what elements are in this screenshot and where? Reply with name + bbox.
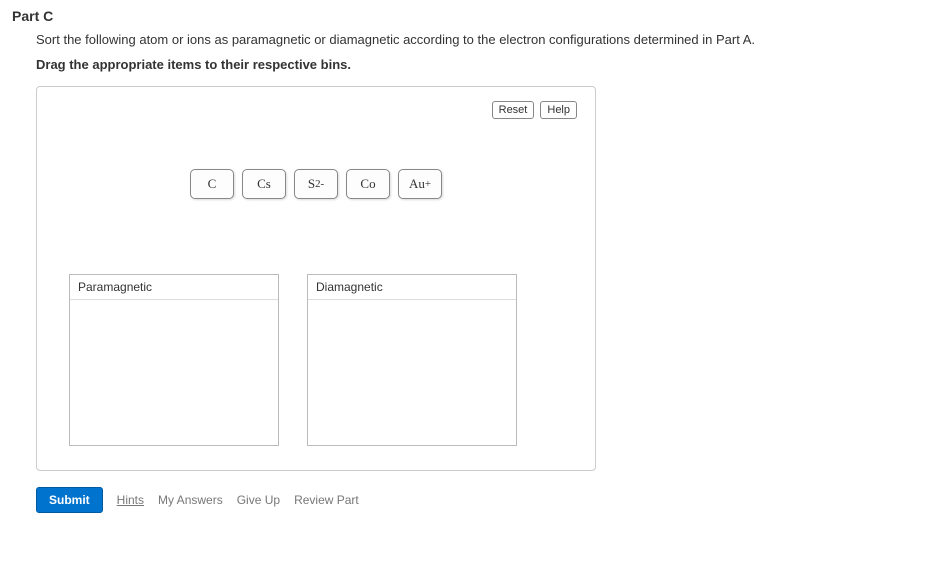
draggable-items-row: C Cs S2- Co Au+ — [55, 169, 577, 199]
instruction-text: Drag the appropriate items to their resp… — [36, 57, 913, 72]
drag-item-co[interactable]: Co — [346, 169, 390, 199]
hints-link[interactable]: Hints — [117, 493, 144, 507]
drag-item-au-plus[interactable]: Au+ — [398, 169, 442, 199]
part-header: Part C — [12, 8, 913, 24]
bin-diamagnetic-label: Diamagnetic — [308, 275, 516, 300]
drag-item-c[interactable]: C — [190, 169, 234, 199]
bin-diamagnetic[interactable]: Diamagnetic — [307, 274, 517, 446]
bin-paramagnetic[interactable]: Paramagnetic — [69, 274, 279, 446]
work-area: Reset Help C Cs S2- Co Au+ Paramagnetic … — [36, 86, 596, 471]
drag-item-s2minus[interactable]: S2- — [294, 169, 338, 199]
my-answers-link[interactable]: My Answers — [158, 493, 223, 507]
review-part-link[interactable]: Review Part — [294, 493, 359, 507]
give-up-link[interactable]: Give Up — [237, 493, 280, 507]
question-text: Sort the following atom or ions as param… — [36, 32, 913, 47]
reset-button[interactable]: Reset — [492, 101, 535, 119]
submit-button[interactable]: Submit — [36, 487, 103, 513]
bins-row: Paramagnetic Diamagnetic — [69, 274, 577, 446]
help-button[interactable]: Help — [540, 101, 577, 119]
toolbar: Reset Help — [55, 101, 577, 119]
footer-row: Submit Hints My Answers Give Up Review P… — [36, 487, 913, 513]
drag-item-cs[interactable]: Cs — [242, 169, 286, 199]
bin-paramagnetic-label: Paramagnetic — [70, 275, 278, 300]
